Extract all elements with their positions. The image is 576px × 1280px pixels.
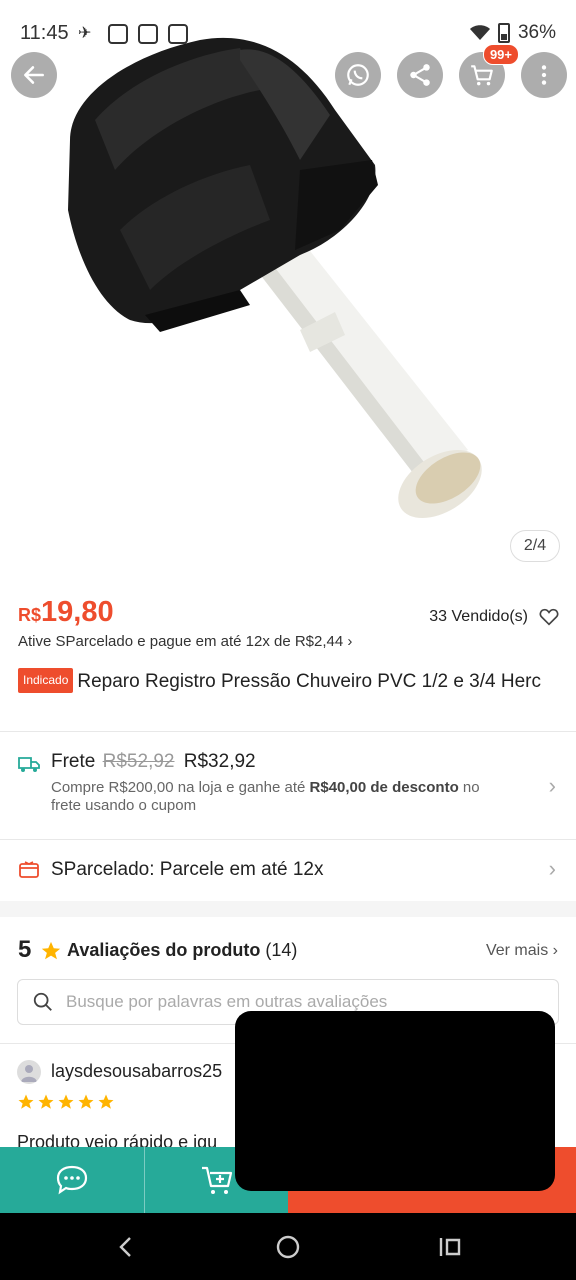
status-time: 11:45: [20, 22, 69, 44]
cart-icon: [471, 65, 493, 86]
star-icon: [78, 1094, 94, 1109]
search-placeholder: Busque por palavras em outras avaliações: [66, 992, 388, 1011]
more-vertical-icon: [541, 65, 547, 85]
divider: [0, 839, 576, 840]
add-to-cart-icon: [201, 1166, 232, 1194]
price-currency: R$: [18, 605, 42, 625]
share-button[interactable]: [397, 52, 443, 98]
notification-icon: [108, 24, 128, 44]
reviews-count: (14): [265, 940, 298, 960]
divider: [0, 731, 576, 732]
more-button[interactable]: [521, 52, 567, 98]
airplane-icon: ✈: [78, 25, 92, 42]
product-price: R$19,80: [18, 596, 114, 629]
reviews-title-text: Avaliações do produto: [67, 940, 261, 960]
avatar[interactable]: [17, 1060, 41, 1084]
heart-icon[interactable]: [538, 606, 560, 628]
chat-button[interactable]: [0, 1147, 144, 1213]
chevron-right-icon: ›: [548, 773, 556, 798]
product-title: Indicado Reparo Registro Pressão Chuveiro…: [18, 668, 558, 693]
shipping-desc-text: Compre R$200,00 na loja e ganhe até: [51, 779, 310, 796]
rating-value: 5: [18, 936, 32, 963]
chevron-right-icon: ›: [552, 942, 558, 959]
sparcelado-label: SParcelado: Parcele em até 12x: [51, 859, 324, 880]
share-icon: [410, 64, 430, 86]
see-more-label: Ver mais: [485, 942, 549, 959]
installment-link[interactable]: Ative SParcelado e pague em até 12x de R…: [18, 633, 352, 650]
whatsapp-icon: [347, 64, 369, 86]
nav-recents-icon[interactable]: [436, 1233, 464, 1261]
notification-icons: ✈: [78, 24, 188, 44]
chevron-right-icon: ›: [548, 856, 556, 881]
cart-badge: 99+: [482, 44, 519, 65]
product-title-text: Reparo Registro Pressão Chuveiro PVC 1/2…: [77, 671, 541, 692]
installment-text: Ative SParcelado e pague em até 12x de R…: [18, 633, 344, 650]
user-icon: [21, 1065, 37, 1082]
battery-icon: [497, 23, 510, 43]
sold-count: 33 Vendido(s): [429, 606, 560, 628]
wifi-icon: [469, 25, 490, 40]
nav-back-icon[interactable]: [112, 1233, 140, 1261]
star-icon: [41, 941, 61, 960]
see-more-link[interactable]: Ver mais ›: [486, 942, 558, 960]
black-overlay: [235, 1011, 555, 1191]
sold-label: 33 Vendido(s): [429, 608, 528, 625]
section-separator: [0, 901, 576, 917]
star-icon: [98, 1094, 114, 1109]
system-nav-bar: [0, 1213, 576, 1280]
star-icon: [18, 1094, 34, 1109]
star-icon: [58, 1094, 74, 1109]
star-icon: [38, 1094, 54, 1109]
battery-percent: 36%: [517, 22, 556, 43]
chat-icon: [56, 1165, 88, 1195]
indicado-badge: Indicado: [18, 668, 74, 693]
back-arrow-icon: [24, 66, 44, 84]
truck-icon: [18, 757, 40, 772]
price-value: 19,80: [41, 596, 114, 628]
gallery-pager: 2/4: [510, 530, 560, 562]
notification-icon: [138, 24, 158, 44]
shipping-desc-bold: R$40,00 de desconto: [309, 779, 459, 796]
card-icon: [19, 861, 39, 878]
shipping-label: Frete R$52,92 R$32,92: [51, 751, 256, 773]
chevron-right-icon: ›: [347, 633, 353, 650]
search-icon: [33, 992, 52, 1011]
shipping-old-price: R$52,92: [102, 751, 175, 772]
notification-icon: [168, 24, 188, 44]
back-button[interactable]: [11, 52, 57, 98]
cart-button[interactable]: 99+: [459, 44, 519, 98]
shipping-description: Compre R$200,00 na loja e ganhe até R$40…: [51, 779, 511, 815]
shipping-title: Frete: [51, 751, 96, 772]
review-username: laysdesousabarros25: [51, 1061, 223, 1081]
review-stars: [17, 1093, 115, 1111]
shipping-new-price: R$32,92: [183, 751, 256, 772]
nav-home-icon[interactable]: [274, 1233, 302, 1261]
reviews-title: Avaliações do produto (14): [67, 940, 297, 961]
whatsapp-button[interactable]: [335, 52, 381, 98]
